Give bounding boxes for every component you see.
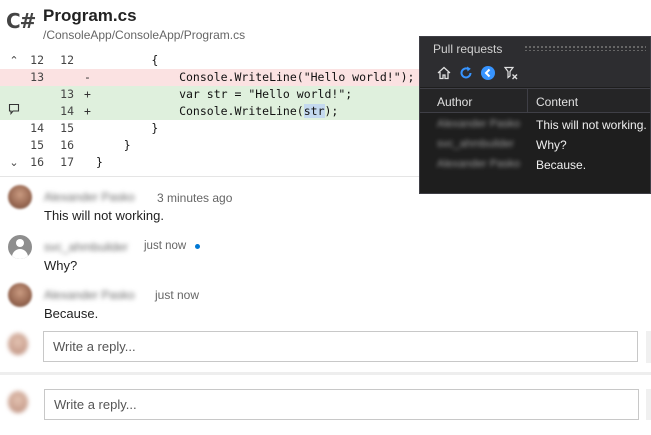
code-text: { [96,53,159,67]
chevron-down-icon[interactable]: ⌄ [8,154,20,171]
old-line-number: 13 [30,70,44,84]
diff-marker: + [84,104,91,118]
comment-author[interactable]: Alexander Pasko [44,288,135,302]
diff-line-added: 14 + Console.WriteLine(str); [0,103,420,120]
column-divider[interactable] [527,89,528,113]
file-name[interactable]: Program.cs [43,6,137,26]
diff-line-added: 13 + var str = "Hello world!"; [0,86,420,103]
new-line-number: 14 [60,104,74,118]
drag-handle[interactable] [524,45,646,51]
old-line-number: 14 [30,121,44,135]
back-icon[interactable] [480,65,496,81]
diff-line: 14 15 } [0,120,420,137]
code-text: Console.WriteLine(str); [96,104,339,118]
row-content: Why? [536,138,567,152]
column-header-content[interactable]: Content [536,95,578,109]
avatar [8,185,32,209]
row-author: svc_ahmbuilder [437,138,515,150]
old-line-number: 15 [30,138,44,152]
thread-separator [0,372,651,375]
diff-marker: + [84,87,91,101]
row-content: This will not working. [536,118,647,132]
comment-time: just now [144,240,187,252]
avatar [8,391,28,413]
code-text: Console.WriteLine("Hello world!"); [96,70,415,84]
diff-line-removed: 13 - Console.WriteLine("Hello world!"); [0,69,420,86]
highlighted-token: str [303,104,325,118]
chevron-up-icon[interactable]: ⌃ [8,52,20,69]
avatar [8,333,28,355]
comment-text: Because. [44,306,99,321]
refresh-icon[interactable] [458,65,474,81]
new-line-number: 13 [60,87,74,101]
diff-view: ⌃ 12 12 { 13 - Console.WriteLine("Hello … [0,52,420,172]
comment-icon[interactable] [8,103,20,120]
code-text: } [96,155,103,169]
code-text: var str = "Hello world!"; [96,87,353,101]
new-line-number: 16 [60,138,74,152]
file-path: /ConsoleApp/ConsoleApp/Program.cs [43,28,246,42]
reply-input[interactable]: Write a reply... [44,389,639,420]
table-row[interactable]: Alexander Pasko This will not working. [420,115,650,135]
row-content: Because. [536,158,587,172]
comment-author[interactable]: svc_ahmbuilder [44,240,128,254]
new-line-number: 15 [60,121,74,135]
filter-icon[interactable] [503,65,519,81]
comment-text: This will not working. [44,208,164,223]
row-author: Alexander Pasko [437,158,521,170]
diff-line: ⌃ 12 12 { [0,52,420,69]
new-line-number: 17 [60,155,74,169]
column-header-author[interactable]: Author [437,95,472,109]
panel-title-bar[interactable]: Pull requests [420,37,650,59]
comment-author[interactable]: Alexander Pasko [44,190,135,204]
comment-time: just now [155,288,200,302]
unread-indicator [195,244,200,249]
comment-text: Why? [44,258,78,273]
row-author: Alexander Pasko [437,118,521,130]
new-line-number: 12 [60,53,74,67]
home-icon[interactable] [436,65,452,81]
reply-input[interactable]: Write a reply... [43,331,638,362]
old-line-number: 16 [30,155,44,169]
table-row[interactable]: svc_ahmbuilder Why? [420,135,650,155]
panel-title: Pull requests [433,42,503,56]
comment-time: 3 minutes ago [157,191,233,205]
table-row[interactable]: Alexander Pasko Because. [420,155,650,175]
avatar [8,235,32,259]
diff-line: ⌄ 16 17 } [0,154,420,171]
code-text: } [96,121,159,135]
table-header: Author Content [420,88,650,113]
scrollbar[interactable] [646,331,651,363]
diff-marker: - [84,70,91,84]
panel-toolbar [420,59,650,87]
scrollbar[interactable] [646,389,651,420]
diff-line: 15 16 } [0,137,420,154]
old-line-number: 12 [30,53,44,67]
code-text: } [96,138,131,152]
pull-requests-panel: Pull requests Author Content Alexander P… [419,36,651,194]
csharp-file-icon: C# [6,9,36,33]
avatar [8,283,32,307]
